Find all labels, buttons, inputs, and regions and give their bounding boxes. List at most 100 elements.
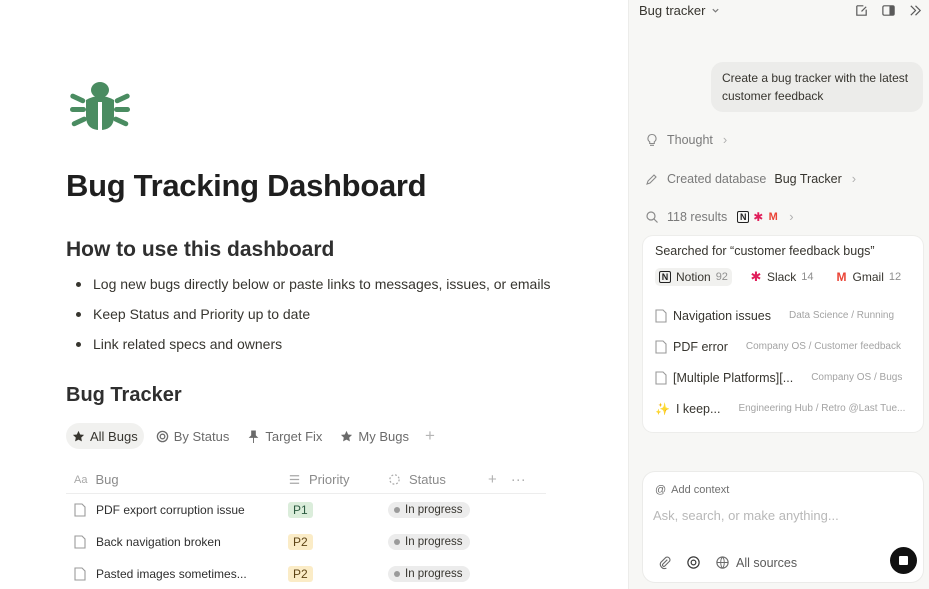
howto-list: Log new bugs directly below or paste lin… (76, 274, 551, 364)
searched-query: Searched for “customer feedback bugs” (655, 244, 875, 258)
database-title[interactable]: Bug Tracker (66, 384, 182, 407)
all-sources-button[interactable]: All sources (715, 555, 797, 570)
stop-icon (899, 556, 908, 565)
chevron-right-icon: › (722, 132, 728, 147)
priority-tag: P2 (288, 566, 313, 582)
result-item[interactable]: ✨ I keep... Engineering Hub / Retro @Las… (655, 393, 911, 424)
status-cell[interactable]: In progress (388, 566, 528, 582)
list-item[interactable]: Log new bugs directly below or paste lin… (76, 274, 551, 304)
bullet-icon (76, 282, 81, 287)
bug-cell[interactable]: Pasted images sometimes... (66, 567, 288, 581)
created-label: Created database (667, 171, 767, 186)
ai-side-panel: Bug tracker Create a bug tracker with th… (628, 0, 929, 589)
bullet-icon (76, 342, 81, 347)
panel-title-dropdown[interactable]: Bug tracker (639, 3, 720, 18)
source-logos: N ✱ M (737, 210, 779, 224)
collapse-panel-icon[interactable] (908, 3, 923, 18)
column-header-priority[interactable]: Priority (288, 472, 388, 487)
add-context-label: Add context (671, 484, 730, 496)
sidebar-toggle-icon[interactable] (881, 3, 896, 18)
source-chip-gmail[interactable]: M Gmail 12 (832, 268, 906, 286)
status-cell[interactable]: In progress (388, 502, 528, 518)
source-name: Gmail (852, 270, 884, 284)
tab-my-bugs[interactable]: My Bugs (334, 423, 415, 449)
at-icon: @ (655, 484, 667, 496)
priority-cell[interactable]: P1 (288, 502, 388, 518)
tab-all-bugs[interactable]: All Bugs (66, 423, 144, 449)
source-filter-chips: N Notion 92 ✱ Slack 14 M Gmail 12 (655, 268, 911, 286)
add-column-icon[interactable]: + (488, 471, 497, 488)
priority-cell[interactable]: P2 (288, 534, 388, 550)
status-dot-icon (394, 507, 400, 513)
lightbulb-icon (647, 133, 657, 146)
priority-cell[interactable]: P2 (288, 566, 388, 582)
tab-by-status[interactable]: By Status (150, 423, 236, 449)
created-database-step[interactable]: Created database Bug Tracker › (645, 171, 856, 186)
star-icon (341, 430, 353, 441)
bug-cell[interactable]: Back navigation broken (66, 535, 288, 549)
bug-table: Aa Bug Priority Status + ··· PDF export … (66, 466, 546, 589)
result-item[interactable]: [Multiple Platforms][... Company OS / Bu… (655, 362, 911, 393)
result-title: PDF error (673, 339, 728, 354)
list-item-text: Log new bugs directly below or paste lin… (93, 276, 551, 292)
result-item[interactable]: Navigation issues Data Science / Running (655, 300, 911, 331)
thought-step[interactable]: Thought › (645, 132, 727, 147)
all-sources-label: All sources (736, 555, 798, 570)
table-row[interactable]: Back navigation broken P2 In progress (66, 526, 546, 558)
more-icon[interactable]: ··· (511, 471, 526, 488)
table-row[interactable]: PDF export corruption issue P1 In progre… (66, 494, 546, 526)
bug-name: Back navigation broken (96, 535, 221, 549)
new-chat-icon[interactable] (854, 3, 869, 18)
status-loader-icon (389, 474, 400, 485)
user-message-bubble: Create a bug tracker with the latest cus… (711, 62, 923, 112)
status-text: In progress (405, 568, 463, 580)
column-label: Status (409, 472, 446, 487)
column-actions: + ··· (488, 471, 526, 488)
chat-input[interactable]: Ask, search, or make anything... (653, 508, 839, 523)
paperclip-icon[interactable] (657, 555, 672, 570)
model-icon[interactable] (686, 555, 701, 570)
source-name: Notion (676, 270, 711, 284)
panel-header-actions (854, 3, 923, 18)
page-title[interactable]: Bug Tracking Dashboard (66, 168, 427, 204)
panel-title: Bug tracker (639, 3, 706, 18)
stop-button[interactable] (890, 547, 917, 574)
document-icon (74, 567, 86, 581)
tab-label: Target Fix (265, 428, 323, 444)
add-context-button[interactable]: @ Add context (655, 484, 729, 496)
list-item[interactable]: Keep Status and Priority up to date (76, 304, 551, 334)
bug-cell[interactable]: PDF export corruption issue (66, 503, 288, 517)
result-item[interactable]: PDF error Company OS / Customer feedback (655, 331, 911, 362)
chat-input-card: @ Add context Ask, search, or make anyth… (643, 472, 923, 582)
tab-target-fix[interactable]: Target Fix (241, 423, 328, 449)
created-database-name: Bug Tracker (774, 171, 842, 186)
pencil-icon (646, 173, 657, 185)
page-icon (655, 370, 667, 385)
table-row[interactable]: Pasted images sometimes... P2 In progres… (66, 558, 546, 589)
result-title: [Multiple Platforms][... (673, 370, 794, 385)
tab-label: By Status (173, 428, 230, 444)
column-header-bug[interactable]: Aa Bug (66, 472, 288, 487)
page-icon (655, 339, 667, 354)
list-item[interactable]: Link related specs and owners (76, 334, 551, 364)
main-page: Bug Tracking Dashboard How to use this d… (0, 0, 628, 589)
source-chip-notion[interactable]: N Notion 92 (655, 268, 732, 286)
sparkle-icon: ✨ (655, 401, 670, 416)
source-chip-slack[interactable]: ✱ Slack 14 (746, 268, 818, 286)
howto-heading[interactable]: How to use this dashboard (66, 238, 334, 262)
status-cell[interactable]: In progress (388, 534, 528, 550)
list-item-text: Keep Status and Priority up to date (93, 306, 311, 322)
result-path: Data Science / Running (788, 310, 895, 321)
thought-label: Thought (667, 132, 713, 147)
status-badge: In progress (388, 534, 470, 550)
document-icon (74, 535, 86, 549)
results-step[interactable]: 118 results N ✱ M › (645, 209, 794, 224)
column-header-status[interactable]: Status (388, 472, 488, 487)
priority-tag: P1 (288, 502, 313, 518)
table-header: Aa Bug Priority Status + ··· (66, 466, 546, 494)
input-footer: All sources (657, 555, 797, 570)
add-view-icon[interactable]: + (425, 426, 435, 446)
pin-icon (249, 429, 259, 443)
bug-icon[interactable] (68, 78, 132, 132)
bullet-icon (76, 312, 81, 317)
